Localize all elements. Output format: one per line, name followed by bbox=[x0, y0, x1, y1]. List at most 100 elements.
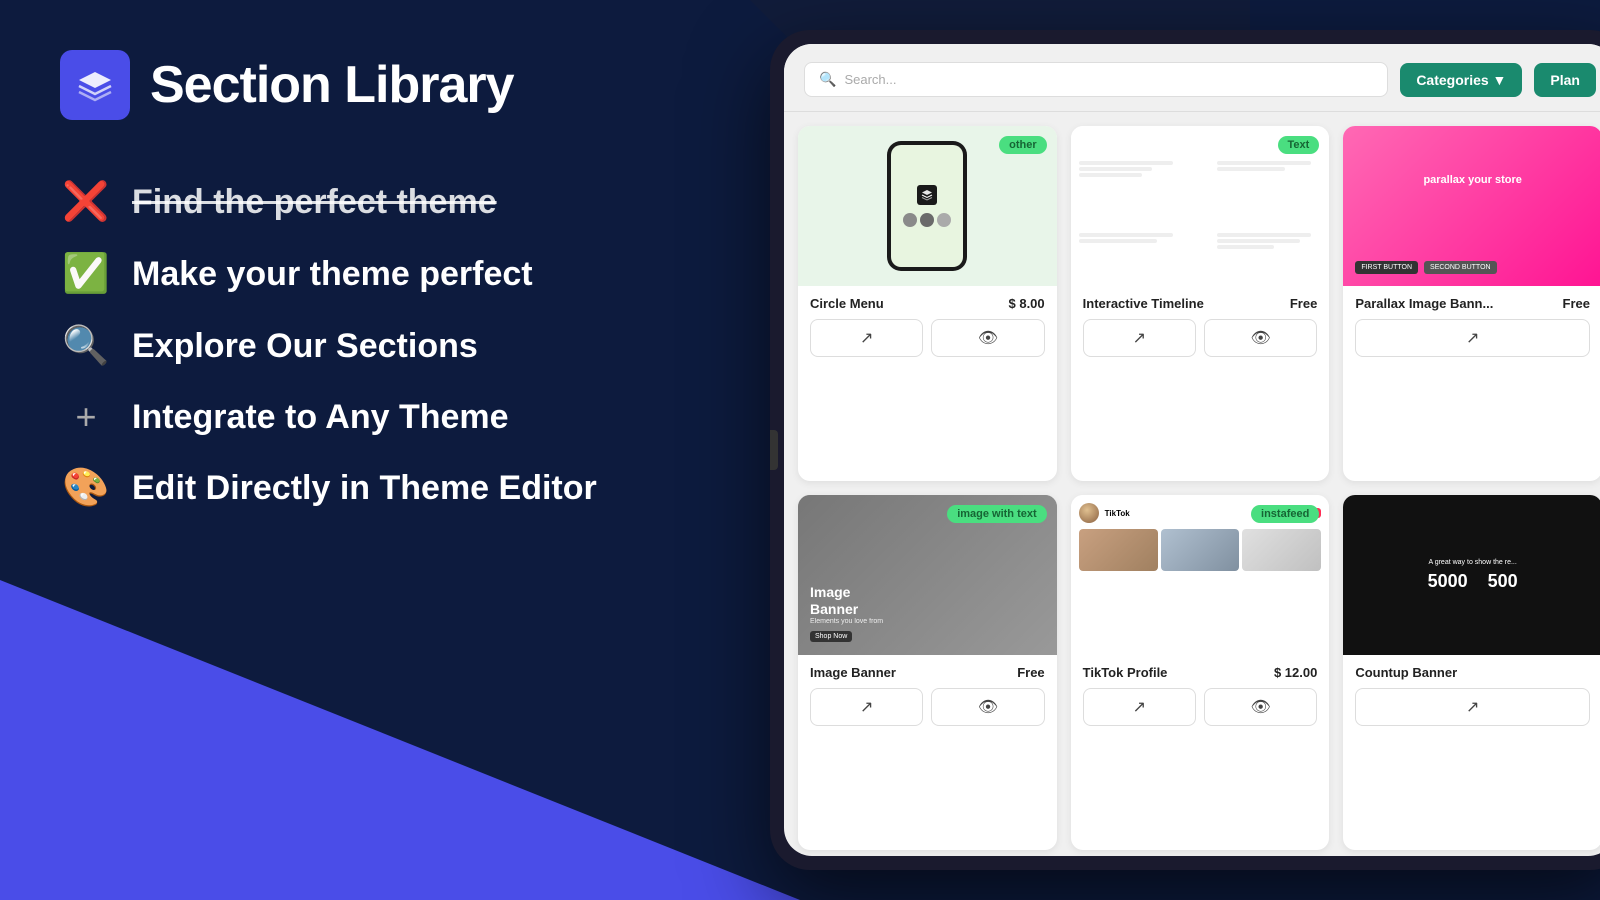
tiktok-thumb-1 bbox=[1079, 529, 1158, 571]
card-tiktok-actions: ↗ 👁 bbox=[1071, 688, 1330, 738]
app-header: 🔍 Search... Categories ▼ Plan bbox=[784, 44, 1600, 112]
timeline-right-1 bbox=[1217, 161, 1322, 173]
external-link-button-timeline[interactable]: ↗ bbox=[1083, 319, 1196, 357]
categories-button[interactable]: Categories ▼ bbox=[1400, 63, 1522, 97]
circle-3 bbox=[937, 213, 951, 227]
tl-line bbox=[1079, 161, 1173, 165]
card-timeline-price: Free bbox=[1290, 296, 1317, 311]
card-countup: A great way to show the re... 5000 500 C… bbox=[1343, 495, 1600, 850]
tiktok-avatar bbox=[1079, 503, 1099, 523]
feature-explore-text: Explore Our Sections bbox=[132, 327, 478, 366]
left-panel: Section Library ❌ Find the perfect theme… bbox=[0, 0, 760, 900]
shop-now-label: Shop Now bbox=[810, 631, 852, 642]
feature-integrate-text: Integrate to Any Theme bbox=[132, 398, 509, 437]
tl-line bbox=[1217, 245, 1275, 249]
checkmark-icon: ✅ bbox=[60, 252, 112, 296]
feature-edit-text: Edit Directly in Theme Editor bbox=[132, 469, 597, 508]
tablet-device: 🔍 Search... Categories ▼ Plan other bbox=[770, 30, 1600, 870]
parallax-second-btn: SECOND BUTTON bbox=[1424, 261, 1497, 274]
preview-button-image-banner[interactable]: 👁 bbox=[931, 688, 1044, 726]
cross-icon: ❌ bbox=[60, 180, 112, 224]
tl-line bbox=[1079, 233, 1173, 237]
tiktok-thumb-2 bbox=[1161, 529, 1240, 571]
card-countup-name: Countup Banner bbox=[1355, 665, 1457, 680]
card-parallax: parallax your store FIRST BUTTON SECOND … bbox=[1343, 126, 1600, 481]
timeline-row-2 bbox=[1079, 233, 1322, 251]
tiktok-grid bbox=[1079, 529, 1322, 571]
card-parallax-name: Parallax Image Bann... bbox=[1355, 296, 1493, 311]
plan-button[interactable]: Plan bbox=[1534, 63, 1596, 97]
external-link-button-tiktok[interactable]: ↗ bbox=[1083, 688, 1196, 726]
card-interactive-timeline: Text bbox=[1071, 126, 1330, 481]
card-image-banner-price: Free bbox=[1017, 665, 1044, 680]
card-parallax-price: Free bbox=[1563, 296, 1590, 311]
card-image-banner-info: Image Banner Free bbox=[798, 655, 1057, 688]
badge-other: other bbox=[999, 136, 1047, 154]
phone-screen bbox=[891, 145, 963, 267]
card-image-banner-name: Image Banner bbox=[810, 665, 896, 680]
feature-find-theme: ❌ Find the perfect theme bbox=[60, 180, 700, 224]
countup-title: A great way to show the re... bbox=[1428, 558, 1516, 568]
app-title: Section Library bbox=[150, 55, 514, 115]
timeline-right-2 bbox=[1217, 233, 1322, 251]
parallax-buttons: FIRST BUTTON SECOND BUTTON bbox=[1355, 261, 1590, 274]
badge-image-with-text: image with text bbox=[947, 505, 1046, 523]
circle-1 bbox=[903, 213, 917, 227]
logo-area: Section Library bbox=[60, 50, 700, 120]
card-timeline-name: Interactive Timeline bbox=[1083, 296, 1204, 311]
card-circle-menu-actions: ↗ 👁 bbox=[798, 319, 1057, 369]
plan-label: Plan bbox=[1550, 72, 1580, 88]
card-countup-actions: ↗ bbox=[1343, 688, 1600, 738]
preview-button-tiktok[interactable]: 👁 bbox=[1204, 688, 1317, 726]
phone-mockup bbox=[887, 141, 967, 271]
card-tiktok-image: instafeed TikTok Save bbox=[1071, 495, 1330, 655]
tl-line bbox=[1217, 161, 1311, 165]
feature-edit: 🎨 Edit Directly in Theme Editor bbox=[60, 466, 700, 510]
card-parallax-image: parallax your store FIRST BUTTON SECOND … bbox=[1343, 126, 1600, 286]
external-link-button-countup[interactable]: ↗ bbox=[1355, 688, 1590, 726]
countup-number-2: 500 bbox=[1488, 571, 1518, 592]
card-tiktok-price: $ 12.00 bbox=[1274, 665, 1317, 680]
search-icon: 🔍 bbox=[819, 71, 836, 88]
tablet-frame: 🔍 Search... Categories ▼ Plan other bbox=[770, 30, 1600, 870]
search-placeholder: Search... bbox=[844, 72, 896, 87]
preview-button-timeline[interactable]: 👁 bbox=[1204, 319, 1317, 357]
card-timeline-info: Interactive Timeline Free bbox=[1071, 286, 1330, 319]
feature-list: ❌ Find the perfect theme ✅ Make your the… bbox=[60, 180, 700, 510]
tiktok-thumb-3 bbox=[1242, 529, 1321, 571]
image-banner-text: ImageBanner Elements you love from Shop … bbox=[810, 584, 883, 643]
card-countup-image: A great way to show the re... 5000 500 bbox=[1343, 495, 1600, 655]
tl-line bbox=[1079, 239, 1158, 243]
card-parallax-info: Parallax Image Bann... Free bbox=[1343, 286, 1600, 319]
external-link-button-parallax[interactable]: ↗ bbox=[1355, 319, 1590, 357]
phone-circles bbox=[903, 213, 951, 227]
tablet-side-button bbox=[770, 430, 778, 470]
card-circle-menu-info: Circle Menu $ 8.00 bbox=[798, 286, 1057, 319]
phone-logo bbox=[917, 185, 937, 205]
plus-icon: + bbox=[60, 396, 112, 438]
parallax-first-btn: FIRST BUTTON bbox=[1355, 261, 1418, 274]
tl-line bbox=[1079, 167, 1152, 171]
external-link-button-circle-menu[interactable]: ↗ bbox=[810, 319, 923, 357]
countup-numbers: 5000 500 bbox=[1428, 571, 1518, 592]
badge-text: Text bbox=[1278, 136, 1320, 154]
feature-find-theme-text: Find the perfect theme bbox=[132, 183, 497, 222]
card-countup-info: Countup Banner bbox=[1343, 655, 1600, 688]
card-tiktok-info: TikTok Profile $ 12.00 bbox=[1071, 655, 1330, 688]
external-link-button-image-banner[interactable]: ↗ bbox=[810, 688, 923, 726]
tablet-screen: 🔍 Search... Categories ▼ Plan other bbox=[784, 44, 1600, 856]
badge-instafeed: instafeed bbox=[1251, 505, 1319, 523]
feature-integrate: + Integrate to Any Theme bbox=[60, 396, 700, 438]
tl-line bbox=[1217, 233, 1311, 237]
card-circle-menu-image: other bbox=[798, 126, 1057, 286]
card-image-banner: image with text ImageBanner Elements you… bbox=[798, 495, 1057, 850]
preview-button-circle-menu[interactable]: 👁 bbox=[931, 319, 1044, 357]
card-tiktok-profile: instafeed TikTok Save TikT bbox=[1071, 495, 1330, 850]
tl-line bbox=[1217, 167, 1285, 171]
magnify-icon: 🔍 bbox=[60, 324, 112, 368]
parallax-content: parallax your store FIRST BUTTON SECOND … bbox=[1343, 126, 1600, 286]
search-bar[interactable]: 🔍 Search... bbox=[804, 62, 1388, 97]
circle-2 bbox=[920, 213, 934, 227]
feature-explore: 🔍 Explore Our Sections bbox=[60, 324, 700, 368]
tiktok-username: TikTok bbox=[1105, 509, 1130, 518]
